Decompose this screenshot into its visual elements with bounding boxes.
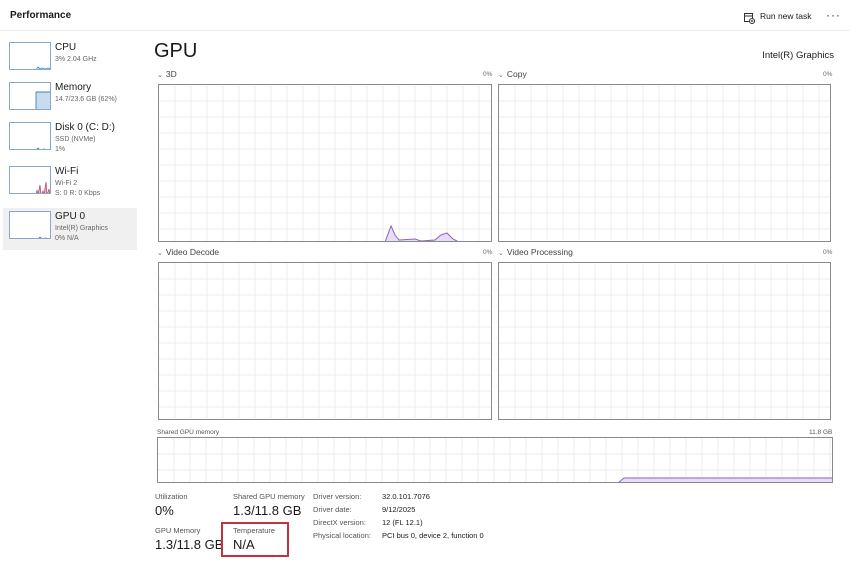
graph-video-decode — [158, 262, 492, 420]
sidebar-item-label: GPU 0 — [55, 211, 86, 222]
sidebar-item-detail: SSD (NVMe) — [55, 136, 96, 143]
graph-3d-plot — [159, 85, 491, 241]
graph-copy — [498, 84, 831, 242]
sidebar-item-label: Wi-Fi — [55, 166, 79, 177]
graph-video-processing-label[interactable]: ⌄ Video Processing — [498, 247, 573, 257]
app-title: Performance — [10, 10, 72, 21]
graph-video-processing-title: Video Processing — [506, 247, 573, 257]
sidebar-item-detail: S: 0 R: 0 Kbps — [55, 190, 101, 197]
gpu-memory-value: 1.3/11.8 GB — [155, 537, 224, 552]
run-new-task-button[interactable]: Run new task — [744, 8, 812, 24]
memory-thumbnail — [9, 82, 51, 110]
shared-memory-graph-plot — [158, 438, 832, 482]
sidebar-item-disk-0[interactable]: Disk 0 (C: D:) SSD (NVMe) 1% — [3, 119, 137, 161]
shared-memory-graph-max: 11.8 GB — [809, 429, 833, 436]
shared-gpu-memory-label: Shared GPU memory — [233, 492, 305, 501]
graph-video-decode-label[interactable]: ⌄ Video Decode — [157, 247, 219, 257]
driver-date-key: Driver date: — [313, 505, 352, 514]
graph-video-processing-percent: 0% — [823, 249, 833, 256]
wifi-thumbnail — [9, 166, 51, 194]
chevron-down-icon: ⌄ — [498, 72, 504, 79]
page-title: GPU — [154, 40, 198, 62]
utilization-label: Utilization — [155, 492, 188, 501]
graph-video-decode-plot — [159, 263, 491, 419]
gpu-thumbnail — [9, 211, 51, 239]
chevron-down-icon: ⌄ — [498, 250, 504, 257]
sidebar: CPU 3% 2.04 GHz Memory 14.7/23.6 GB (62%… — [0, 31, 140, 567]
shared-memory-graph — [157, 437, 833, 483]
sidebar-item-cpu[interactable]: CPU 3% 2.04 GHz — [3, 39, 137, 81]
sidebar-item-detail: Wi-Fi 2 — [55, 180, 78, 187]
sidebar-item-wifi[interactable]: Wi-Fi Wi-Fi 2 S: 0 R: 0 Kbps — [3, 163, 137, 205]
sidebar-item-label: Disk 0 (C: D:) — [55, 122, 115, 133]
sidebar-item-detail: 14.7/23.6 GB (62%) — [55, 96, 117, 103]
shared-gpu-memory-value: 1.3/11.8 GB — [233, 503, 302, 518]
directx-version-key: DirectX version: — [313, 518, 366, 527]
utilization-value: 0% — [155, 503, 174, 518]
graph-3d-label[interactable]: ⌄ 3D — [157, 69, 177, 79]
driver-version-value: 32.0.101.7076 — [382, 492, 430, 501]
sidebar-item-label: CPU — [55, 42, 77, 53]
driver-version-key: Driver version: — [313, 492, 362, 501]
sidebar-item-detail: 1% — [55, 146, 66, 153]
directx-version-value: 12 (FL 12.1) — [382, 518, 423, 527]
graph-copy-label[interactable]: ⌄ Copy — [498, 69, 527, 79]
physical-location-key: Physical location: — [313, 531, 371, 540]
disk-thumbnail — [9, 122, 51, 150]
temperature-highlight-box — [221, 522, 289, 557]
sidebar-item-memory[interactable]: Memory 14.7/23.6 GB (62%) — [3, 79, 137, 121]
graph-3d-title: 3D — [165, 69, 177, 79]
graph-copy-title: Copy — [506, 69, 527, 79]
physical-location-value: PCI bus 0, device 2, function 0 — [382, 531, 484, 540]
graph-3d-percent: 0% — [483, 71, 493, 78]
run-new-task-label: Run new task — [760, 11, 812, 21]
graph-video-processing — [498, 262, 831, 420]
title-bar: Performance Run new task ··· — [0, 0, 850, 31]
graph-copy-plot — [499, 85, 830, 241]
driver-date-value: 9/12/2025 — [382, 505, 416, 514]
shared-memory-graph-label: Shared GPU memory — [157, 429, 220, 436]
run-task-icon — [744, 11, 756, 24]
sidebar-item-label: Memory — [55, 82, 92, 93]
graph-video-processing-plot — [499, 263, 830, 419]
graph-video-decode-percent: 0% — [483, 249, 493, 256]
graph-3d — [158, 84, 492, 242]
cpu-thumbnail — [9, 42, 51, 70]
graph-video-decode-title: Video Decode — [165, 247, 220, 257]
gpu-memory-label: GPU Memory — [155, 526, 201, 535]
more-options-button[interactable]: ··· — [826, 8, 841, 22]
chevron-down-icon: ⌄ — [157, 250, 163, 257]
sidebar-item-detail: 0% N/A — [55, 235, 79, 242]
sidebar-item-gpu-0[interactable]: GPU 0 Intel(R) Graphics 0% N/A — [3, 208, 137, 250]
sidebar-item-detail: 3% 2.04 GHz — [55, 56, 97, 63]
graph-copy-percent: 0% — [823, 71, 833, 78]
sidebar-item-detail: Intel(R) Graphics — [55, 225, 108, 232]
chevron-down-icon: ⌄ — [157, 72, 163, 79]
adapter-name: Intel(R) Graphics — [762, 50, 834, 61]
